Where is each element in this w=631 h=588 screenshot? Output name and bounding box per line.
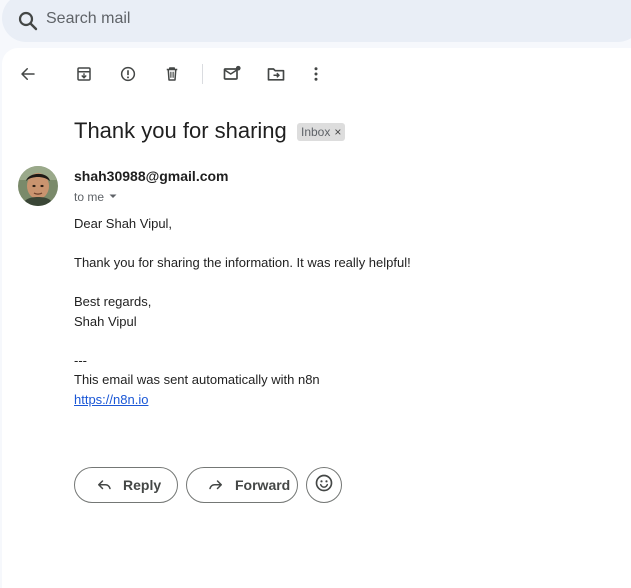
email-subject: Thank you for sharing <box>74 118 287 143</box>
forward-button[interactable]: Forward <box>186 467 298 503</box>
move-to-icon[interactable] <box>264 62 288 86</box>
label-text: Inbox <box>301 125 331 139</box>
sender-email[interactable]: shah30988@gmail.com <box>74 168 229 184</box>
search-input[interactable] <box>46 7 446 31</box>
avatar[interactable] <box>18 166 58 206</box>
email-greeting: Dear Shah Vipul, <box>74 216 173 231</box>
recipient-label: to me <box>74 190 105 204</box>
smiley-icon <box>314 473 334 498</box>
email-separator: --- <box>74 353 87 368</box>
inbox-label-chip[interactable]: Inbox × <box>297 123 346 141</box>
email-paragraph: Thank you for sharing the information. I… <box>74 255 411 270</box>
remove-label-icon[interactable]: × <box>334 125 341 139</box>
forward-label: Forward <box>235 477 291 493</box>
search-bar[interactable] <box>2 0 631 42</box>
reply-label: Reply <box>123 477 162 493</box>
arrow-back-icon[interactable] <box>16 62 40 86</box>
email-signature: Shah Vipul <box>74 314 137 329</box>
search-icon[interactable] <box>16 9 40 33</box>
recipient-details[interactable]: to me <box>74 190 118 204</box>
email-panel: Thank you for sharing Inbox × shah30988@… <box>2 48 631 588</box>
more-vert-icon[interactable] <box>304 62 328 86</box>
delete-icon[interactable] <box>160 62 184 86</box>
reply-icon <box>95 475 113 496</box>
report-spam-icon[interactable] <box>116 62 140 86</box>
email-footer: This email was sent automatically with n… <box>74 372 320 387</box>
reply-button[interactable]: Reply <box>74 467 178 503</box>
chevron-down-icon[interactable] <box>108 190 118 204</box>
emoji-reaction-button[interactable] <box>306 467 342 503</box>
toolbar-divider <box>202 64 203 84</box>
forward-icon <box>207 475 225 496</box>
email-closing: Best regards, <box>74 294 152 309</box>
archive-icon[interactable] <box>72 62 96 86</box>
mark-unread-icon[interactable] <box>220 62 244 86</box>
n8n-link[interactable]: https://n8n.io <box>74 392 148 407</box>
